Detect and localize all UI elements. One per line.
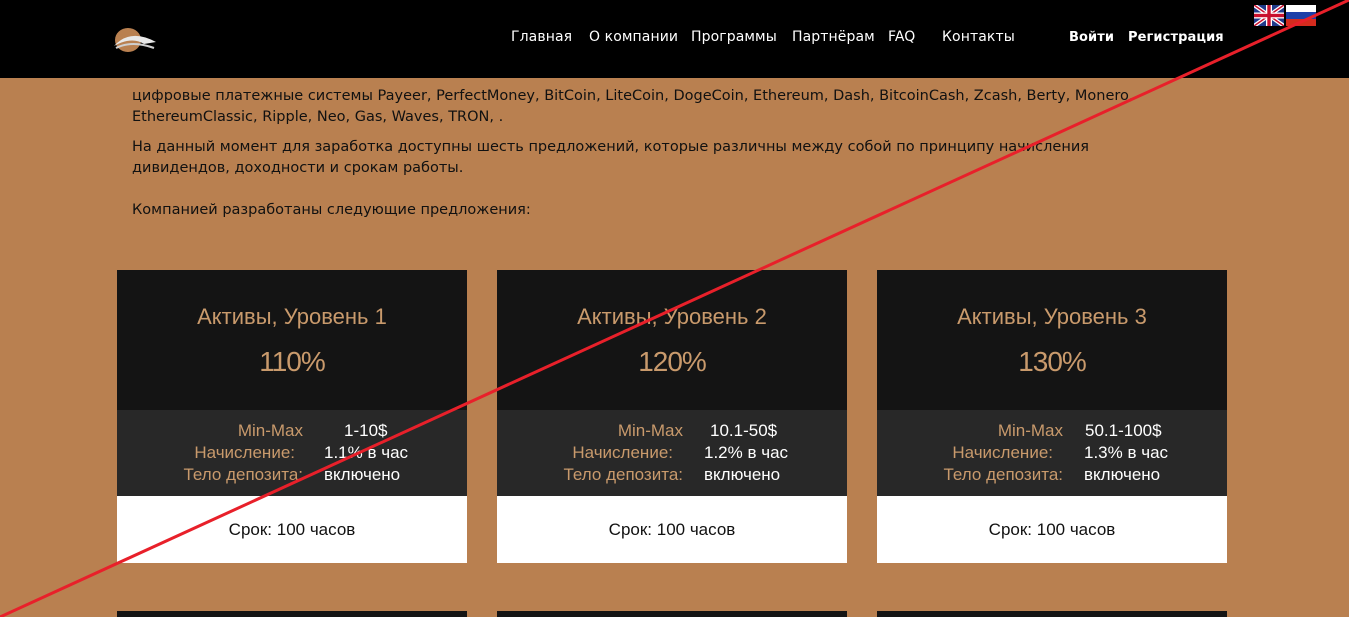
english-flag-icon[interactable] <box>1254 5 1284 26</box>
nav-home[interactable]: Главная <box>511 29 572 45</box>
deposit-label: Тело депозита: <box>183 465 303 484</box>
language-switcher <box>1254 5 1316 27</box>
plan-details: Min-Max 1-10$ Начисление: 1.1% в час Тел… <box>117 410 467 496</box>
plan-details: Min-Max 10.1-50$ Начисление: 1.2% в час … <box>497 410 847 496</box>
plan-minmax-row: Min-Max 10.1-50$ <box>497 421 847 443</box>
company-logo-icon[interactable] <box>106 20 162 56</box>
nav-partners[interactable]: Партнёрам <box>792 29 875 45</box>
accrual-label: Начисление: <box>194 443 295 462</box>
plan-deposit-row: Тело депозита: включено <box>497 465 847 487</box>
plan-title: Активы, Уровень 2 <box>577 304 767 329</box>
deposit-value: включено <box>324 465 401 484</box>
plan-term: Срок: 100 часов <box>228 520 356 539</box>
deposit-label: Тело депозита: <box>943 465 1063 484</box>
plan-card-2[interactable]: Активы, Уровень 2 120% Min-Max 10.1-50$ … <box>497 270 847 563</box>
nav-about[interactable]: О компании <box>589 29 678 45</box>
plan-title: Активы, Уровень 3 <box>957 304 1147 329</box>
plan-percent: 110% <box>259 346 326 377</box>
plan-accrual-row: Начисление: 1.2% в час <box>497 443 847 465</box>
plan-header: Активы, Уровень 3 130% <box>877 270 1227 410</box>
accrual-label: Начисление: <box>952 443 1053 462</box>
minmax-label: Min-Max <box>997 421 1063 440</box>
deposit-value: включено <box>704 465 781 484</box>
accrual-value: 1.1% в час <box>324 443 409 462</box>
accrual-value: 1.3% в час <box>1084 443 1169 462</box>
plan-footer: Срок: 100 часов <box>877 496 1227 563</box>
plan-term: Срок: 100 часов <box>988 520 1116 539</box>
nav-programs[interactable]: Программы <box>691 29 777 45</box>
minmax-value: 1-10$ <box>344 421 388 440</box>
russian-flag-icon[interactable] <box>1286 5 1316 26</box>
plan-card-3[interactable]: Активы, Уровень 3 130% Min-Max 50.1-100$… <box>877 270 1227 563</box>
offers-heading: Компанией разработаны следующие предложе… <box>132 202 531 218</box>
plan-footer: Срок: 100 часов <box>117 496 467 563</box>
plan-percent: 120% <box>638 346 707 377</box>
deposit-value: включено <box>1084 465 1161 484</box>
plan-details: Min-Max 50.1-100$ Начисление: 1.3% в час… <box>877 410 1227 496</box>
plan-accrual-row: Начисление: 1.1% в час <box>117 443 467 465</box>
deposit-label: Тело депозита: <box>563 465 683 484</box>
plan-deposit-row: Тело депозита: включено <box>117 465 467 487</box>
plan-card-1[interactable]: Активы, Уровень 1 110% Min-Max 1-10$ Нач… <box>117 270 467 563</box>
plan-card-5-edge <box>497 611 847 617</box>
minmax-value: 50.1-100$ <box>1085 421 1162 440</box>
payment-systems-text: цифровые платежные системы Payeer, Perfe… <box>132 88 1134 125</box>
minmax-label: Min-Max <box>237 421 303 440</box>
accrual-label: Начисление: <box>572 443 673 462</box>
plan-card-6-edge <box>877 611 1227 617</box>
plan-deposit-row: Тело депозита: включено <box>877 465 1227 487</box>
nav-faq[interactable]: FAQ <box>888 29 915 45</box>
offers-description: На данный момент для заработка доступны … <box>132 139 1089 176</box>
top-navigation-bar: Главная О компании Программы Партнёрам F… <box>0 0 1349 78</box>
plan-term: Срок: 100 часов <box>608 520 736 539</box>
plan-minmax-row: Min-Max 50.1-100$ <box>877 421 1227 443</box>
nav-contacts[interactable]: Контакты <box>942 29 1015 45</box>
plan-percent: 130% <box>1018 346 1087 377</box>
plan-title: Активы, Уровень 1 <box>197 304 387 329</box>
plan-minmax-row: Min-Max 1-10$ <box>117 421 467 443</box>
login-link[interactable]: Войти <box>1069 30 1114 45</box>
plan-footer: Срок: 100 часов <box>497 496 847 563</box>
plan-card-4-edge <box>117 611 467 617</box>
plan-accrual-row: Начисление: 1.3% в час <box>877 443 1227 465</box>
register-link[interactable]: Регистрация <box>1128 30 1224 45</box>
minmax-value: 10.1-50$ <box>710 421 778 440</box>
minmax-label: Min-Max <box>617 421 683 440</box>
plan-header: Активы, Уровень 2 120% <box>497 270 847 410</box>
plan-header: Активы, Уровень 1 110% <box>117 270 467 410</box>
accrual-value: 1.2% в час <box>704 443 789 462</box>
